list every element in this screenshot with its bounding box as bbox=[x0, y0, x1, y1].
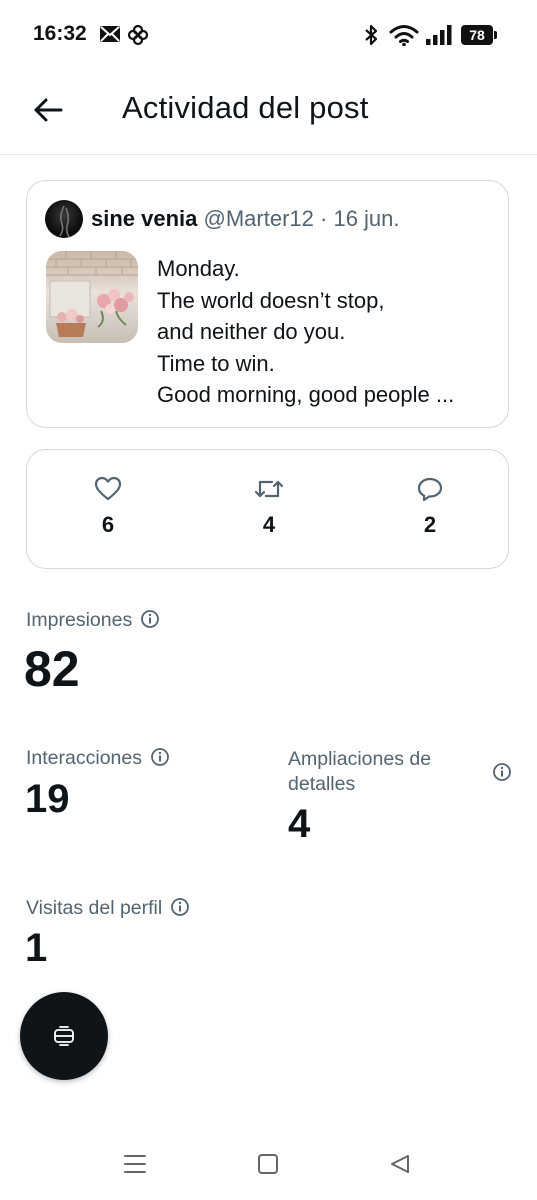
profile-visits-label: Visitas del perfil bbox=[26, 897, 190, 920]
system-nav-bar bbox=[0, 1140, 537, 1200]
bluetooth-icon bbox=[365, 24, 378, 46]
interactions-label: Interacciones bbox=[26, 747, 170, 770]
signal-icon bbox=[426, 25, 452, 45]
engagement-card: 6 4 2 bbox=[26, 449, 509, 569]
info-icon[interactable] bbox=[170, 897, 190, 917]
heart-icon bbox=[94, 476, 122, 501]
post-line: Monday. bbox=[157, 256, 240, 281]
battery-tip bbox=[494, 31, 497, 39]
avatar[interactable] bbox=[45, 200, 83, 238]
impressions-value: 82 bbox=[24, 641, 80, 697]
interactions-label-text: Interacciones bbox=[26, 747, 142, 769]
post-date: · 16 jun. bbox=[320, 206, 400, 231]
profile-visits-label-text: Visitas del perfil bbox=[26, 897, 163, 919]
expansions-value: 4 bbox=[288, 802, 311, 846]
app-header: Actividad del post bbox=[0, 70, 537, 155]
post-preview-card[interactable]: sine venia @Marter12 · 16 jun. Monday. T… bbox=[26, 180, 509, 428]
impressions-label-text: Impresiones bbox=[26, 609, 133, 631]
interactions-value: 19 bbox=[25, 777, 70, 821]
expansions-label-line: detalles bbox=[288, 773, 356, 795]
mail-icon bbox=[100, 26, 120, 42]
post-thumbnail[interactable] bbox=[46, 251, 138, 343]
post-line: Good morning, good people ... bbox=[157, 382, 455, 407]
post-line: and neither do you. bbox=[157, 319, 346, 344]
battery-icon: 78 bbox=[461, 25, 493, 45]
post-text[interactable]: Monday. The world doesn’t stop, and neit… bbox=[157, 253, 454, 411]
repost-icon bbox=[254, 480, 284, 498]
author-handle[interactable]: @Marter12 bbox=[204, 206, 314, 231]
status-time: 16:32 bbox=[33, 22, 87, 45]
page-title: Actividad del post bbox=[122, 90, 369, 125]
likes-count: 6 bbox=[101, 512, 115, 537]
grok-icon bbox=[54, 1026, 74, 1046]
grok-float-button[interactable] bbox=[20, 992, 108, 1080]
reposts-stat[interactable]: 4 bbox=[229, 476, 309, 538]
replies-stat[interactable]: 2 bbox=[390, 476, 470, 538]
replies-count: 2 bbox=[423, 512, 437, 537]
avatar-image-icon bbox=[59, 205, 70, 238]
back-arrow-icon[interactable] bbox=[30, 92, 66, 128]
fan-icon bbox=[127, 24, 149, 46]
expansions-label-line: Ampliaciones de bbox=[288, 748, 432, 770]
wifi-icon bbox=[389, 25, 419, 46]
author-name[interactable]: sine venia bbox=[91, 206, 197, 231]
flowers-image-icon bbox=[46, 251, 138, 337]
reply-bubble-icon bbox=[417, 477, 443, 502]
info-icon[interactable] bbox=[140, 609, 160, 629]
back-triangle-icon[interactable] bbox=[388, 1152, 412, 1176]
status-bar: 16:32 78 bbox=[0, 0, 537, 70]
menu-icon[interactable] bbox=[122, 1152, 148, 1176]
reposts-count: 4 bbox=[262, 512, 276, 537]
info-icon[interactable] bbox=[150, 747, 170, 767]
post-line: The world doesn’t stop, bbox=[157, 287, 385, 313]
profile-visits-value: 1 bbox=[25, 926, 48, 970]
likes-stat[interactable]: 6 bbox=[68, 476, 148, 538]
info-icon[interactable] bbox=[492, 762, 512, 782]
home-square-icon[interactable] bbox=[256, 1152, 280, 1176]
expansions-label: Ampliaciones de detalles bbox=[288, 747, 431, 797]
post-line: Time to win. bbox=[157, 350, 275, 376]
post-header: sine venia @Marter12 · 16 jun. bbox=[91, 206, 400, 232]
impressions-label: Impresiones bbox=[26, 609, 160, 632]
